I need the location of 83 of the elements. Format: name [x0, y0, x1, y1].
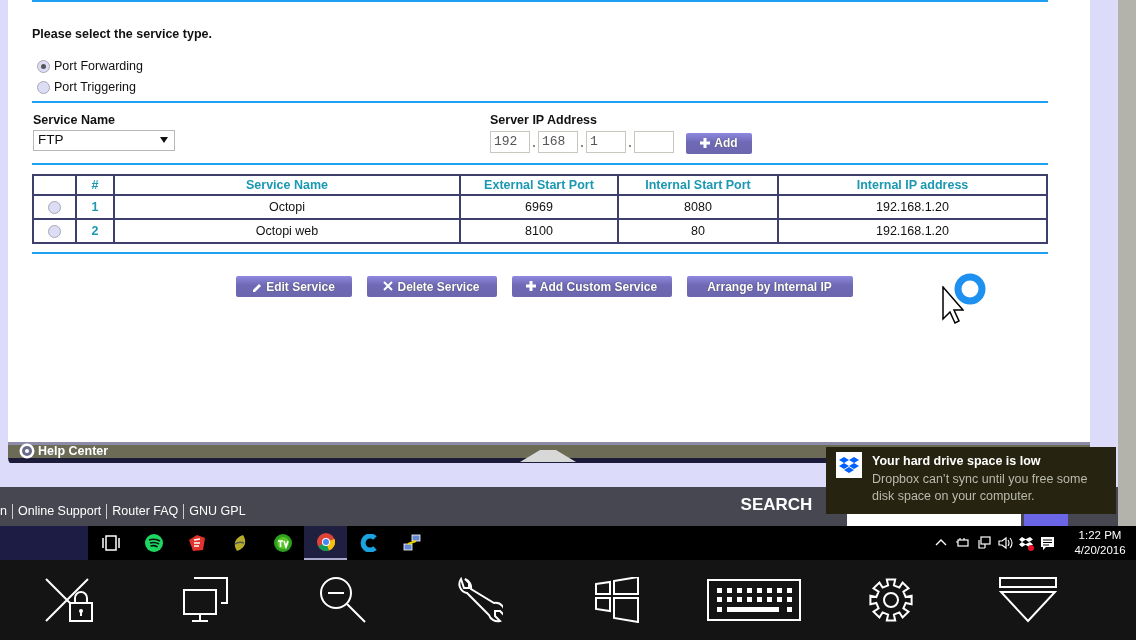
- action-button[interactable]: Add Custom Service: [511, 276, 672, 298]
- radio-button[interactable]: [48, 225, 61, 239]
- toolbar-button[interactable]: [998, 577, 1057, 623]
- table-cell: 8100: [460, 219, 618, 244]
- ip-octet-field[interactable]: 1: [586, 130, 626, 153]
- close-icon: [383, 281, 394, 293]
- toolbar-button[interactable]: [594, 577, 639, 623]
- action-button[interactable]: Edit Service: [235, 276, 352, 298]
- dropdown-icon: [998, 577, 1057, 623]
- table-cell: 192.168.1.20: [778, 195, 1047, 220]
- column-header: #: [76, 174, 114, 196]
- table-cell: 8080: [618, 195, 778, 220]
- ip-octet-field[interactable]: 192: [490, 130, 530, 153]
- help-center-label: Help Center: [38, 442, 109, 460]
- music-app-icon: [144, 534, 163, 552]
- scrollbar[interactable]: [1118, 0, 1136, 526]
- toolbar-button[interactable]: [456, 577, 503, 623]
- table-cell: Octopi web: [114, 219, 460, 244]
- action-button[interactable]: Arrange by Internal IP: [686, 276, 853, 298]
- field-label: Server IP Address: [490, 111, 598, 129]
- zoom-out-icon: [318, 576, 367, 624]
- radio-button[interactable]: [37, 59, 50, 73]
- message-icon[interactable]: [1040, 535, 1055, 551]
- radio-label[interactable]: Port Forwarding: [54, 56, 143, 76]
- toolbar-button[interactable]: [318, 576, 367, 624]
- radio-button[interactable]: [37, 80, 50, 94]
- service-name-dropdown[interactable]: FTP: [33, 129, 175, 151]
- add-button[interactable]: Add: [686, 132, 752, 154]
- clock-date[interactable]: 4/20/2016: [1070, 543, 1130, 558]
- monitors-icon: [182, 577, 229, 623]
- clock-time[interactable]: 1:22 PM: [1070, 528, 1130, 543]
- pencil-icon: [252, 281, 263, 293]
- box-icon: [839, 456, 859, 474]
- footer-link[interactable]: GNU GPL: [183, 504, 251, 519]
- table-cell: 2: [76, 219, 114, 244]
- box-error-icon[interactable]: [1019, 535, 1034, 551]
- column-header: Internal Start Port: [618, 174, 778, 196]
- collapse-arrow-icon[interactable]: [520, 449, 576, 463]
- notification-text: Dropbox can’t sync until you free some disk space on your computer.: [872, 470, 1089, 505]
- section-heading: Please select the service type.: [32, 26, 213, 43]
- table-cell: 1: [76, 195, 114, 220]
- caret-icon: [160, 137, 168, 143]
- column-header: External Start Port: [460, 174, 618, 196]
- cursor-icon: [942, 286, 964, 326]
- notification-popup[interactable]: Your hard drive space is low Dropbox can’t sync until you free some disk space on your computer.: [826, 447, 1116, 514]
- browser-icon: [316, 533, 335, 551]
- wrench-icon: [456, 577, 503, 623]
- table-cell: Octopi: [114, 195, 460, 220]
- settings-icon: [867, 577, 914, 623]
- column-header: Service Name: [114, 174, 460, 196]
- ip-octet-field[interactable]: [634, 130, 674, 153]
- column-header: Internal IP address: [778, 174, 1047, 196]
- action-button[interactable]: Delete Service: [366, 276, 497, 298]
- footer-link[interactable]: Router FAQ: [106, 504, 184, 519]
- task-view-icon: [101, 534, 120, 552]
- plus-icon: [525, 281, 536, 293]
- radio-label[interactable]: Port Triggering: [54, 77, 136, 97]
- footer-link[interactable]: Online Support: [11, 504, 107, 519]
- table-cell: 6969: [460, 195, 618, 220]
- help-icon: [19, 443, 35, 459]
- network-status-icon[interactable]: [977, 535, 992, 551]
- letter-c-app-icon: [359, 534, 378, 552]
- footer-link[interactable]: n: [0, 504, 12, 519]
- table-cell: 80: [618, 219, 778, 244]
- toolbar-button[interactable]: [182, 577, 229, 623]
- tv-app-icon: [273, 534, 292, 552]
- busy-icon: [953, 272, 987, 306]
- toolbar-button[interactable]: [867, 577, 914, 623]
- toolbar-button[interactable]: [43, 577, 94, 623]
- table-cell: 192.168.1.20: [778, 219, 1047, 244]
- volume-icon[interactable]: [998, 535, 1013, 551]
- radio-button[interactable]: [48, 201, 61, 215]
- field-label: Service Name: [33, 111, 116, 129]
- windows-logo-icon: [594, 577, 639, 623]
- cube-app-icon: [187, 534, 206, 552]
- plus-icon: [700, 138, 711, 148]
- ip-octet-field[interactable]: 168: [538, 130, 578, 153]
- taskbar-button[interactable]: [304, 526, 347, 560]
- network-icon: [402, 534, 421, 552]
- locked-disconnect-icon: [43, 577, 94, 623]
- toolbar-button[interactable]: [706, 579, 801, 621]
- search-label: SEARCH: [740, 493, 813, 516]
- keyboard-icon: [706, 579, 801, 621]
